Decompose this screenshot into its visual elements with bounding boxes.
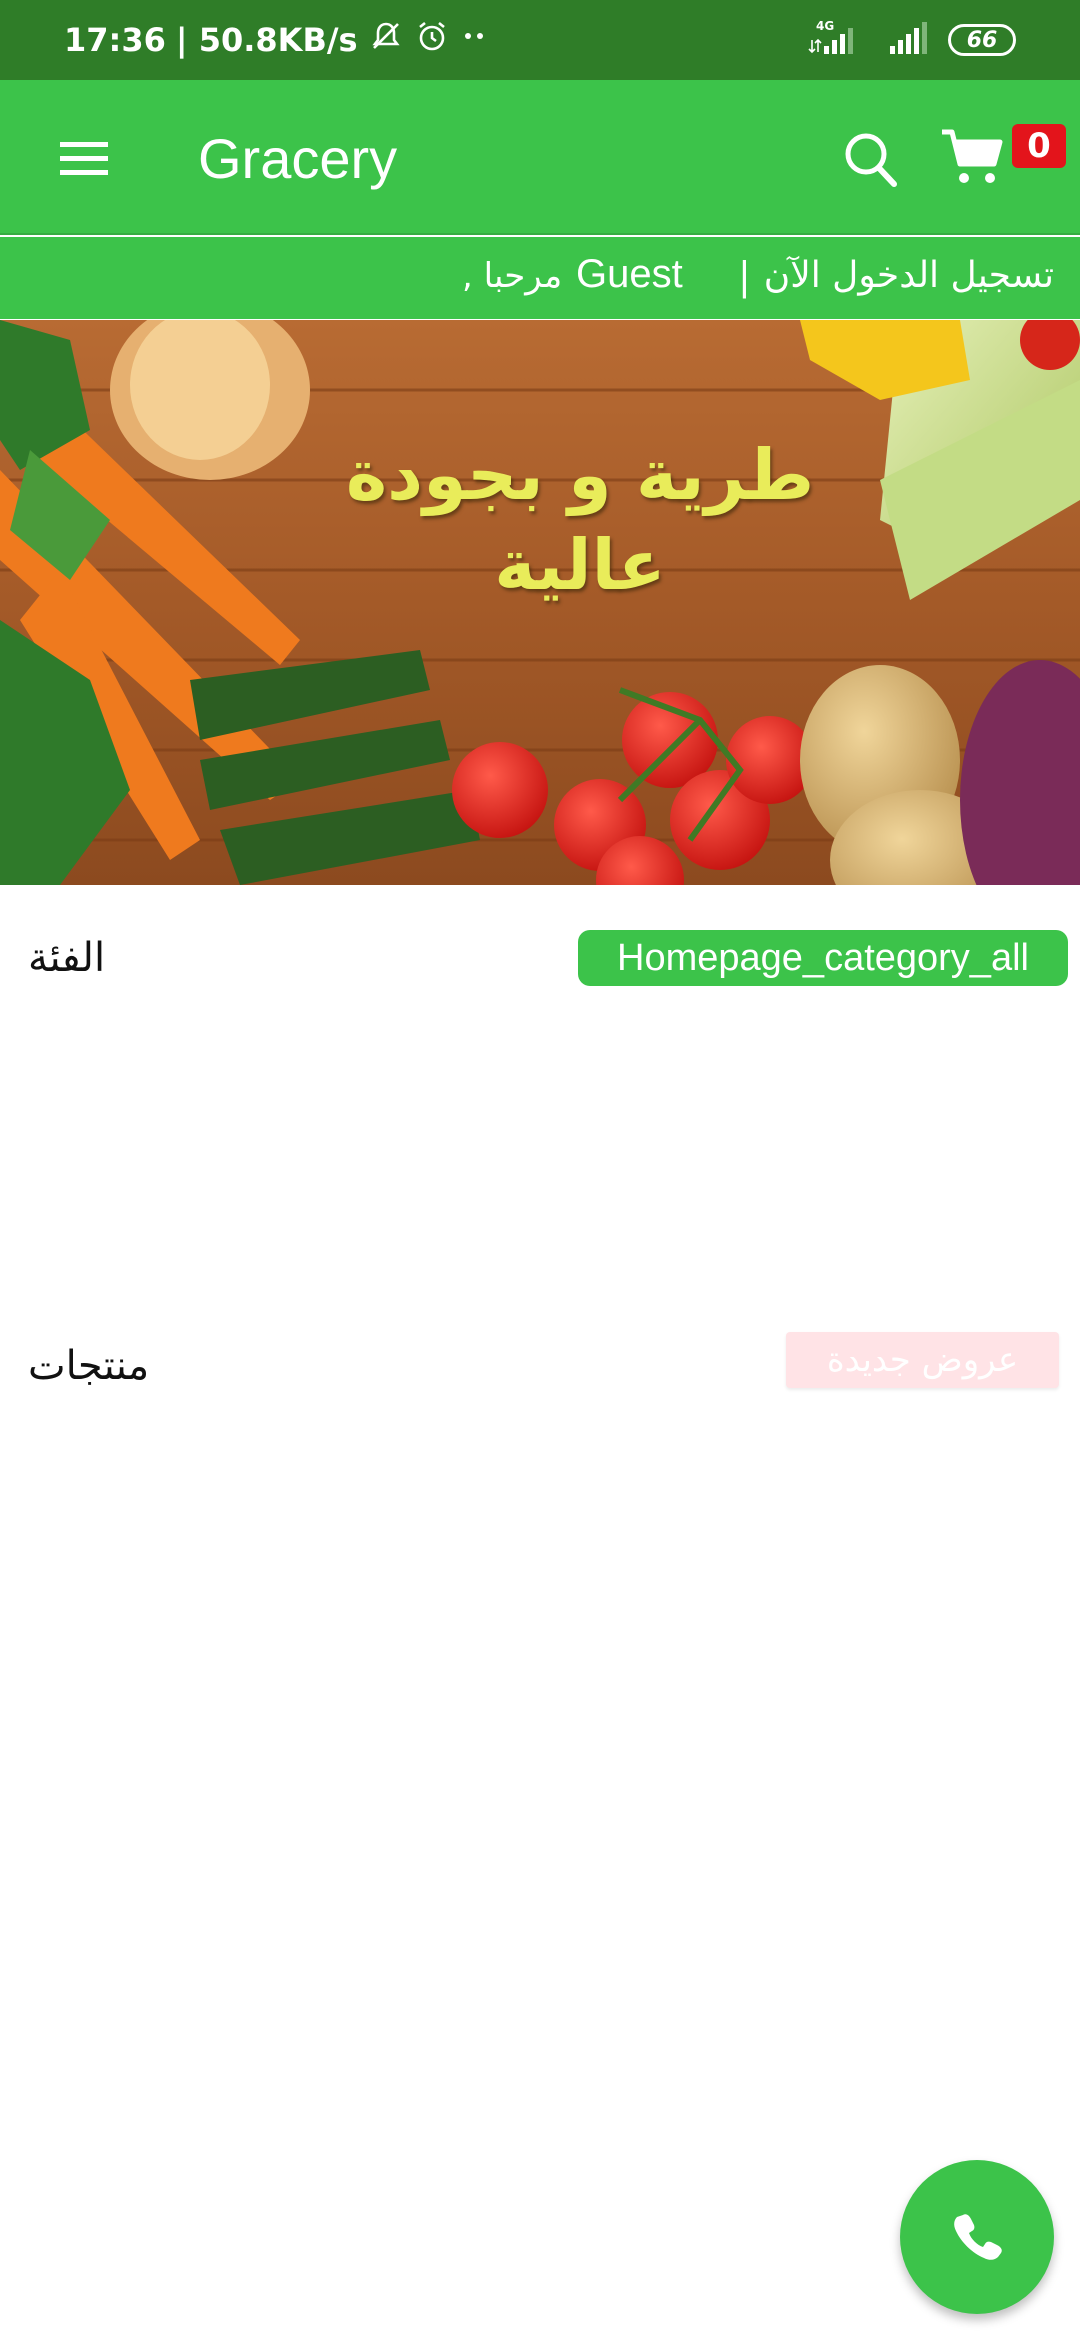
promo-banner[interactable]: طرية و بجودة عالية	[0, 320, 1080, 885]
app-screen: 17:36 | 50.8KB/s 4G 66 Gracery 0 تسجيل ا…	[0, 0, 1080, 2340]
search-button[interactable]	[842, 128, 900, 190]
greeting-bar: تسجيل الدخول الآن | Guest , مرحبا	[0, 237, 1080, 319]
menu-button[interactable]	[58, 138, 112, 178]
battery-indicator: 66	[948, 24, 1016, 56]
cart-count-badge: 0	[1012, 124, 1066, 168]
menu-icon	[60, 142, 108, 175]
signal-icon	[886, 18, 930, 62]
more-dots-icon	[460, 18, 490, 62]
new-offers-button[interactable]: عروض جديدة	[786, 1332, 1059, 1388]
muted-bell-icon	[368, 18, 404, 62]
status-left: 17:36 | 50.8KB/s	[64, 16, 490, 64]
svg-text:4G: 4G	[816, 19, 834, 33]
status-right: 4G 66	[808, 16, 1016, 64]
phone-icon	[954, 2214, 1002, 2260]
cart-icon	[942, 129, 1003, 183]
status-time: 17:36	[64, 21, 166, 59]
category-title: الفئة	[28, 935, 106, 981]
greeting-separator: |	[738, 254, 751, 298]
banner-text: طرية و بجودة عالية	[345, 434, 815, 606]
alarm-icon	[414, 18, 450, 62]
call-button[interactable]	[900, 2160, 1054, 2314]
search-icon	[845, 133, 897, 187]
cart-button[interactable]	[940, 124, 1006, 190]
signal-4g-icon: 4G	[808, 18, 868, 62]
app-title: Gracery	[198, 127, 398, 190]
status-speed: | 50.8KB/s	[175, 21, 358, 59]
app-bar: Gracery	[0, 80, 1080, 235]
status-bar: 17:36 | 50.8KB/s 4G 66	[0, 0, 1080, 80]
products-title: منتجات	[28, 1343, 150, 1389]
category-all-button[interactable]: Homepage_category_all	[578, 930, 1068, 986]
login-link[interactable]: تسجيل الدخول الآن	[764, 251, 1054, 301]
greeting-word: , مرحبا	[462, 256, 563, 296]
guest-name: Guest	[576, 252, 683, 296]
